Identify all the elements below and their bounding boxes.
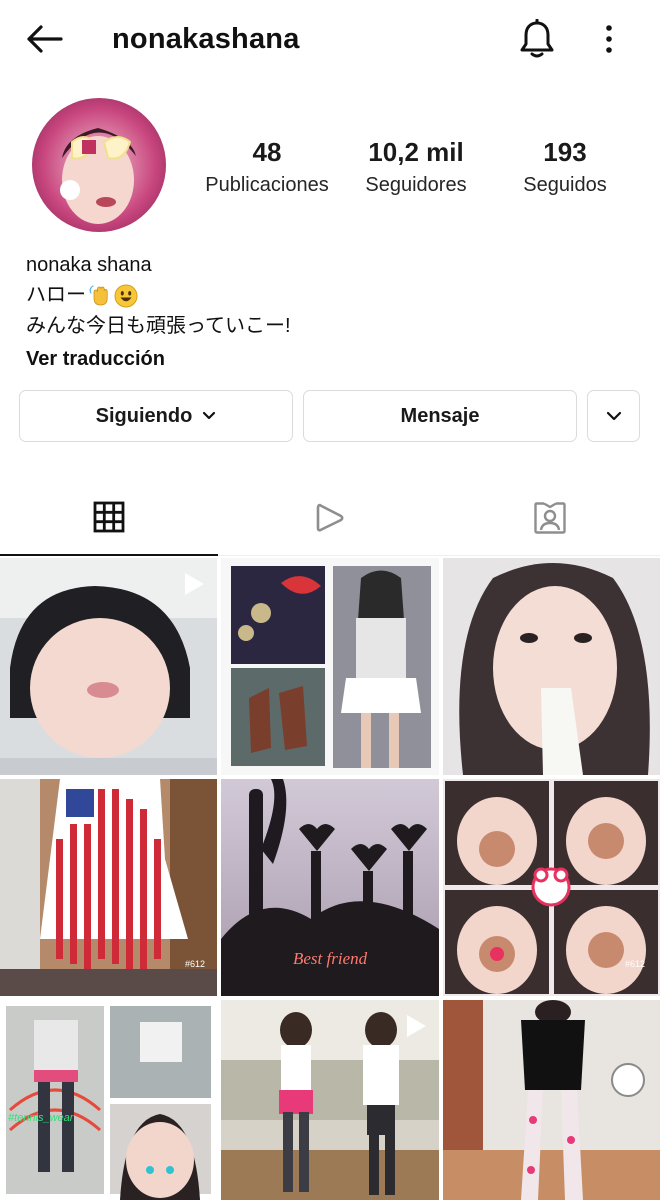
more-options-button[interactable]	[594, 16, 624, 62]
bio-display-name: nonaka shana	[26, 254, 152, 276]
more-vertical-icon	[606, 25, 612, 53]
chevron-down-icon	[606, 411, 621, 421]
post-thumbnail[interactable]	[0, 558, 217, 775]
profile-bio: nonaka shana ハロー みんな今日も頑張っていこー! Ver trad…	[26, 250, 636, 375]
post-photo	[0, 1000, 217, 1200]
tab-tagged[interactable]	[440, 480, 660, 556]
followers-label: Seguidores	[365, 174, 467, 196]
post-overlay-text: #612	[185, 959, 206, 969]
followers-count: 10,2 mil	[368, 137, 464, 167]
waving-hand-icon	[89, 284, 108, 305]
post-thumbnail[interactable]: #612	[443, 779, 660, 996]
tagged-person-icon	[534, 502, 566, 534]
following-count-stat[interactable]: 193 Seguidos	[500, 136, 630, 200]
smiling-face-icon	[114, 284, 138, 307]
bio-greeting-text: ハロー	[26, 284, 86, 306]
post-thumbnail[interactable]: Best friend	[221, 779, 439, 996]
followers-count-stat[interactable]: 10,2 mil Seguidores	[350, 136, 482, 200]
tab-reels[interactable]	[220, 480, 440, 556]
chevron-down-icon	[203, 411, 216, 420]
posts-grid: #612 Best friend #612 #tennis_wear	[0, 558, 660, 1200]
posts-count: 48	[252, 137, 282, 167]
post-thumbnail[interactable]	[221, 558, 439, 775]
posts-count-stat[interactable]: 48 Publicaciones	[190, 136, 344, 200]
notifications-button[interactable]	[514, 16, 560, 62]
following-button[interactable]: Siguiendo	[19, 390, 293, 442]
post-thumbnail[interactable]: #tennis_wear	[0, 1000, 217, 1200]
post-thumbnail[interactable]	[443, 558, 660, 775]
profile-avatar[interactable]	[32, 98, 166, 232]
following-label: Seguidos	[523, 174, 607, 196]
post-overlay-text: #612	[625, 959, 646, 969]
profile-username-title: nonakashana	[112, 23, 300, 55]
post-thumbnail[interactable]	[443, 1000, 660, 1200]
following-count: 193	[543, 137, 587, 167]
message-button-label: Mensaje	[400, 404, 480, 427]
bell-icon	[520, 19, 554, 58]
tab-posts-grid[interactable]	[0, 480, 218, 556]
arrow-left-icon	[27, 25, 63, 53]
suggested-accounts-button[interactable]	[587, 390, 640, 442]
following-button-label: Siguiendo	[95, 404, 193, 427]
post-photo	[221, 558, 439, 775]
reel-play-icon	[185, 573, 204, 595]
avatar-photo	[32, 98, 166, 232]
post-overlay-text: #tennis_wear	[8, 1112, 74, 1124]
bio-line-greeting: ハロー	[26, 280, 636, 311]
bio-line-message: みんな今日も頑張っていこー!	[26, 315, 291, 337]
back-button[interactable]	[22, 20, 66, 58]
post-photo	[443, 1000, 660, 1200]
play-icon	[316, 503, 344, 532]
profile-tabs	[0, 480, 660, 556]
reel-play-icon	[407, 1015, 426, 1037]
post-photo	[443, 558, 660, 775]
post-thumbnail[interactable]: #612	[0, 779, 217, 996]
message-button[interactable]: Mensaje	[303, 390, 577, 442]
translate-link[interactable]: Ver traducción	[26, 343, 636, 375]
posts-label: Publicaciones	[205, 174, 329, 196]
top-bar: nonakashana	[0, 0, 660, 78]
post-overlay-text: Best friend	[293, 949, 368, 968]
post-thumbnail[interactable]	[221, 1000, 439, 1200]
grid-icon	[93, 501, 125, 533]
